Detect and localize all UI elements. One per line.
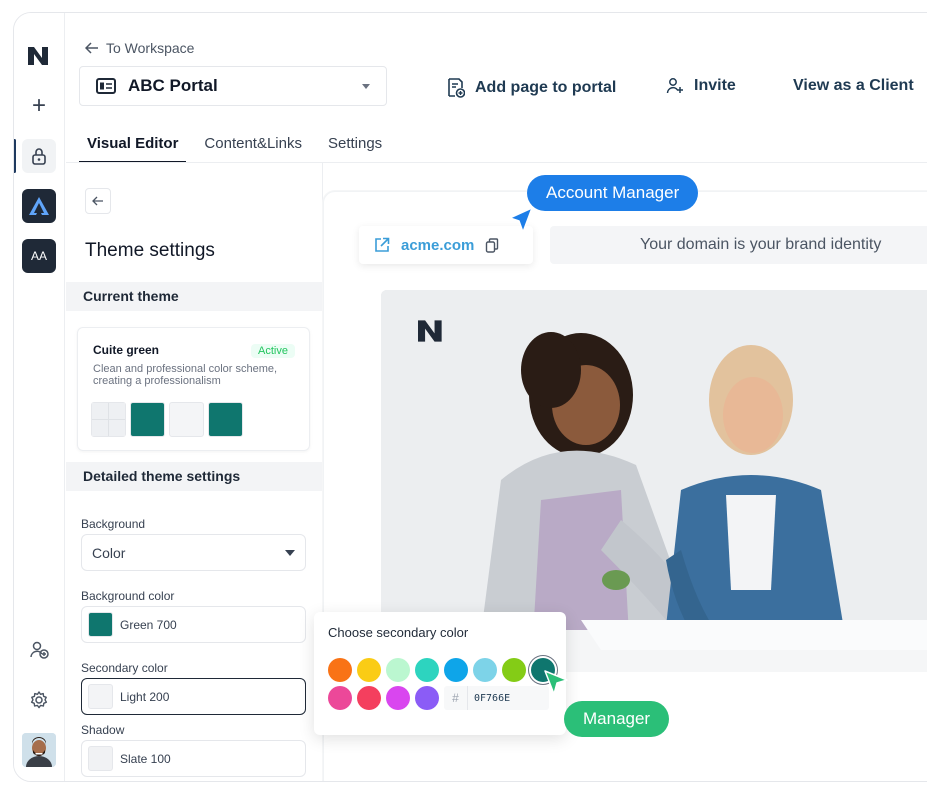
tab-settings[interactable]: Settings [320, 133, 390, 163]
portal-name: ABC Portal [128, 76, 218, 95]
tab-content-links[interactable]: Content&Links [196, 133, 310, 163]
settings-gear-icon[interactable] [22, 683, 56, 717]
add-user-icon[interactable] [22, 633, 56, 667]
add-page-label: Add page to portal [475, 78, 617, 96]
current-theme-heading: Current theme [66, 282, 322, 311]
theme-swatch [169, 402, 204, 437]
background-value: Color [92, 544, 126, 561]
portal-select[interactable]: ABC Portal [79, 66, 387, 106]
tab-visual-editor[interactable]: Visual Editor [79, 133, 187, 163]
account-manager-tag: Account Manager [527, 175, 699, 211]
color-option-dot[interactable] [328, 686, 352, 710]
invite-label: Invite [694, 77, 736, 94]
manager-tag: Manager [564, 701, 670, 737]
workspace-a-icon[interactable] [22, 189, 56, 223]
shadow-field[interactable]: Slate 100 [81, 740, 306, 777]
panel-back-button[interactable] [85, 188, 111, 214]
color-picker-title: Choose secondary color [328, 625, 469, 640]
color-option-dot[interactable] [415, 686, 439, 710]
background-label: Background [81, 517, 146, 531]
background-color-value: Green 700 [120, 617, 177, 632]
status-badge: Active [251, 344, 295, 358]
external-link-icon [375, 237, 390, 252]
portal-icon [96, 78, 116, 94]
arrow-left-icon [85, 42, 98, 54]
color-option-dot[interactable] [386, 686, 410, 710]
chevron-down-icon [362, 83, 370, 89]
shadow-value: Slate 100 [120, 751, 171, 766]
chevron-down-icon [285, 549, 295, 556]
color-option-dot[interactable] [502, 658, 526, 682]
workspace-aa-avatar[interactable]: AA [22, 239, 56, 273]
background-color-field[interactable]: Green 700 [81, 606, 306, 643]
domain-text: acme.com [401, 236, 475, 254]
detailed-settings-heading: Detailed theme settings [66, 462, 322, 491]
color-option-dot[interactable] [357, 658, 381, 682]
color-option-dot[interactable] [473, 658, 497, 682]
color-chip [88, 746, 113, 771]
invite-button[interactable]: Invite [666, 77, 736, 95]
cursor-pointer-icon [509, 207, 533, 233]
hex-prefix: # [444, 686, 468, 710]
color-option-dot[interactable] [444, 658, 468, 682]
panel-title: Theme settings [85, 240, 215, 261]
back-link-label: To Workspace [106, 40, 195, 56]
view-as-client-label: View as a Client [793, 77, 914, 94]
secondary-color-value: Light 200 [120, 689, 170, 704]
color-row-1 [328, 658, 555, 682]
color-row-2: # 0F766E [328, 686, 549, 710]
theme-swatch [130, 402, 165, 437]
portal-logo-icon [415, 318, 447, 349]
theme-description: Clean and professional color scheme, cre… [93, 363, 278, 387]
view-as-client-button[interactable]: View as a Client [793, 77, 914, 95]
theme-card[interactable]: Cuite green Active Clean and professiona… [77, 327, 310, 451]
app-logo-icon[interactable] [22, 39, 56, 73]
back-to-workspace-link[interactable]: To Workspace [85, 40, 194, 56]
add-page-button[interactable]: Add page to portal [447, 77, 616, 98]
editor-tabs: Visual Editor Content&Links Settings [79, 133, 400, 163]
color-option-dot[interactable] [386, 658, 410, 682]
color-chip [88, 684, 113, 709]
portal-lock-icon[interactable] [22, 139, 56, 173]
background-color-label: Background color [81, 589, 175, 603]
color-option-dot[interactable] [328, 658, 352, 682]
active-indicator [14, 139, 16, 173]
arrow-left-icon [92, 196, 103, 206]
add-page-icon [448, 78, 465, 98]
theme-swatch [91, 402, 126, 437]
theme-settings-panel: Theme settings Current theme Cuite green… [66, 163, 323, 781]
color-chip [88, 612, 113, 637]
left-rail: + AA [14, 13, 65, 781]
color-picker-popup: Choose secondary color # 0F766E [314, 612, 566, 735]
hex-value: 0F766E [474, 692, 511, 704]
background-select[interactable]: Color [81, 534, 306, 571]
app-window: + AA To Workspace ABC Portal Add page to… [13, 12, 927, 782]
add-icon[interactable]: + [22, 89, 56, 123]
brand-tagline: Your domain is your brand identity [550, 226, 927, 264]
cursor-pointer-icon [544, 670, 568, 695]
theme-swatch [208, 402, 243, 437]
hex-input[interactable]: # 0F766E [444, 686, 549, 710]
color-option-dot[interactable] [415, 658, 439, 682]
secondary-color-field[interactable]: Light 200 [81, 678, 306, 715]
invite-user-icon [666, 78, 683, 94]
copy-icon[interactable] [485, 237, 499, 253]
secondary-color-label: Secondary color [81, 661, 168, 675]
shadow-label: Shadow [81, 723, 125, 737]
user-avatar[interactable] [22, 733, 56, 767]
theme-swatches [91, 402, 243, 437]
color-option-dot[interactable] [357, 686, 381, 710]
